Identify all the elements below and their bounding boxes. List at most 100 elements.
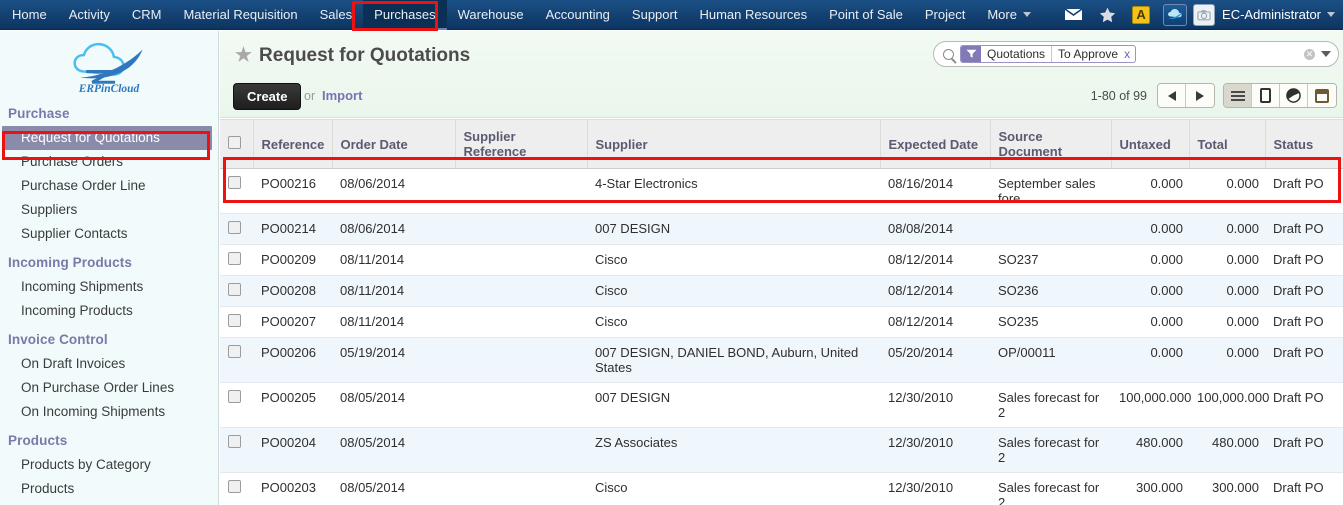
favorite-star-icon[interactable]: ★ [235, 44, 252, 67]
cell-supplier-reference [455, 427, 587, 473]
nav-item-accounting[interactable]: Accounting [535, 0, 621, 29]
form-view-icon[interactable] [1252, 84, 1280, 107]
table-header-row: Reference Order Date Supplier Reference … [220, 119, 1343, 169]
column-header-expected-date[interactable]: Expected Date [880, 119, 991, 169]
app-logo-icon[interactable] [1158, 0, 1192, 30]
table-row[interactable]: PO00206 05/19/2014 007 DESIGN, DANIEL BOND… [220, 337, 1343, 383]
nav-item-label: Sales [319, 7, 353, 22]
select-all-checkbox[interactable] [228, 136, 241, 149]
row-select-cell [220, 382, 253, 428]
cell-supplier-reference [455, 337, 587, 383]
nav-item-sales[interactable]: Sales [309, 0, 364, 29]
cell-total: 0.000 [1189, 337, 1265, 383]
sidebar-item-on-draft-invoices[interactable]: On Draft Invoices [0, 352, 218, 376]
sidebar-item-incoming-shipments[interactable]: Incoming Shipments [0, 275, 218, 299]
search-facet[interactable]: Quotations To Approve x [960, 45, 1137, 63]
table-row[interactable]: PO00203 08/05/2014 Cisco 12/30/2010 Sales fo… [220, 472, 1343, 505]
mail-icon[interactable] [1056, 0, 1090, 30]
sidebar-item-suppliers[interactable]: Suppliers [0, 198, 218, 222]
row-checkbox[interactable] [228, 221, 241, 234]
clear-circle-icon[interactable]: ✕ [1304, 48, 1315, 60]
sidebar-item-purchase-order-line[interactable]: Purchase Order Line [0, 174, 218, 198]
cell-total: 300.000 [1189, 472, 1265, 505]
cell-total: 100,000.000 [1189, 382, 1269, 428]
sidebar-item-products[interactable]: Products [0, 477, 218, 501]
column-header-supplier-reference[interactable]: Supplier Reference [455, 119, 588, 169]
page-title-label: Request for Quotations [259, 44, 471, 66]
cell-untaxed: 0.000 [1111, 244, 1189, 276]
user-menu[interactable]: EC-Administrator [1222, 7, 1335, 22]
pager-prev-button[interactable] [1158, 84, 1186, 107]
table-row[interactable]: PO00216 08/06/2014 4-Star Electronics 08/16… [220, 168, 1343, 214]
facet-remove-icon[interactable]: x [1122, 46, 1135, 62]
table-row[interactable]: PO00209 08/11/2014 Cisco 08/12/2014 SO237 0.0… [220, 244, 1343, 276]
sidebar-item-on-purchase-order-lines[interactable]: On Purchase Order Lines [0, 376, 218, 400]
sidebar-item-request-for-quotations[interactable]: Request for Quotations [2, 126, 212, 150]
column-header-total[interactable]: Total [1189, 119, 1266, 169]
nav-item-label: CRM [131, 7, 162, 22]
sidebar-item-products-by-category[interactable]: Products by Category [0, 453, 218, 477]
cell-untaxed: 0.000 [1111, 306, 1189, 338]
cell-status: Draft PO [1265, 168, 1343, 214]
facet-value: To Approve [1058, 47, 1119, 61]
column-header-status[interactable]: Status [1265, 119, 1343, 169]
nav-item-human-resources[interactable]: Human Resources [688, 0, 818, 29]
table-row[interactable]: PO00205 08/05/2014 007 DESIGN 12/30/2010 Sal… [220, 382, 1343, 428]
graph-view-icon[interactable] [1280, 84, 1308, 107]
sidebar-section-products: Products [8, 433, 68, 448]
row-checkbox[interactable] [228, 390, 241, 403]
pager-next-button[interactable] [1186, 84, 1214, 107]
cell-total: 0.000 [1189, 213, 1265, 245]
list-view-icon[interactable] [1224, 84, 1252, 107]
sidebar-item-on-incoming-shipments[interactable]: On Incoming Shipments [0, 400, 218, 424]
cell-supplier-reference [455, 244, 587, 276]
chevron-down-icon [1327, 12, 1335, 17]
cell-supplier-reference [455, 213, 587, 245]
erpincloud-logo[interactable]: ERPinCloud [0, 31, 218, 97]
nav-item-home[interactable]: Home [0, 0, 58, 29]
cell-reference: PO00214 [253, 213, 332, 245]
sidebar-item-purchase-orders[interactable]: Purchase Orders [0, 150, 218, 174]
column-header-source-document[interactable]: Source Document [990, 119, 1112, 169]
top-nav-items: Home Activity CRM Material Requisition Sales… [0, 0, 1042, 30]
search-bar[interactable]: Quotations To Approve x ✕ [933, 41, 1339, 67]
avatar[interactable] [1192, 0, 1222, 30]
nav-item-purchases[interactable]: Purchases [363, 0, 448, 30]
column-header-order-date[interactable]: Order Date [332, 119, 456, 169]
nav-item-more[interactable]: More [976, 0, 1042, 29]
row-checkbox[interactable] [228, 314, 241, 327]
nav-item-support[interactable]: Support [621, 0, 689, 29]
row-checkbox[interactable] [228, 283, 241, 296]
row-checkbox[interactable] [228, 345, 241, 358]
table-row[interactable]: PO00208 08/11/2014 Cisco 08/12/2014 SO236 0.0… [220, 275, 1343, 307]
row-checkbox[interactable] [228, 252, 241, 265]
chevron-down-icon[interactable] [1321, 51, 1331, 57]
star-icon[interactable] [1090, 0, 1124, 30]
nav-item-material-requisition[interactable]: Material Requisition [172, 0, 308, 29]
nav-item-warehouse[interactable]: Warehouse [447, 0, 535, 29]
row-checkbox[interactable] [228, 435, 241, 448]
nav-item-crm[interactable]: CRM [121, 0, 173, 29]
calendar-view-icon[interactable] [1308, 84, 1336, 107]
column-header-untaxed[interactable]: Untaxed [1111, 119, 1190, 169]
column-header-reference[interactable]: Reference [253, 119, 333, 169]
nav-item-project[interactable]: Project [914, 0, 976, 29]
import-link[interactable]: Import [322, 88, 362, 103]
create-button[interactable]: Create [233, 83, 302, 110]
nav-item-activity[interactable]: Activity [58, 0, 121, 29]
table-row[interactable]: PO00207 08/11/2014 Cisco 08/12/2014 SO235 0.0… [220, 306, 1343, 338]
cell-status: Draft PO [1265, 472, 1343, 505]
cell-expected-date: 12/30/2010 [880, 472, 990, 505]
cell-reference: PO00205 [253, 382, 332, 428]
table-row[interactable]: PO00204 08/05/2014 ZS Associates 12/30/2010… [220, 427, 1343, 473]
column-header-supplier[interactable]: Supplier [587, 119, 881, 169]
warning-badge-icon[interactable]: A [1124, 0, 1158, 30]
records-table-container[interactable]: Reference Order Date Supplier Reference … [220, 119, 1343, 505]
sidebar-item-supplier-contacts[interactable]: Supplier Contacts [0, 222, 218, 246]
table-row[interactable]: PO00214 08/06/2014 007 DESIGN 08/08/2014 0.0… [220, 213, 1343, 245]
nav-item-label: Accounting [545, 7, 610, 22]
row-checkbox[interactable] [228, 176, 241, 189]
nav-item-point-of-sale[interactable]: Point of Sale [818, 0, 914, 29]
row-checkbox[interactable] [228, 480, 241, 493]
sidebar-item-incoming-products[interactable]: Incoming Products [0, 299, 218, 323]
